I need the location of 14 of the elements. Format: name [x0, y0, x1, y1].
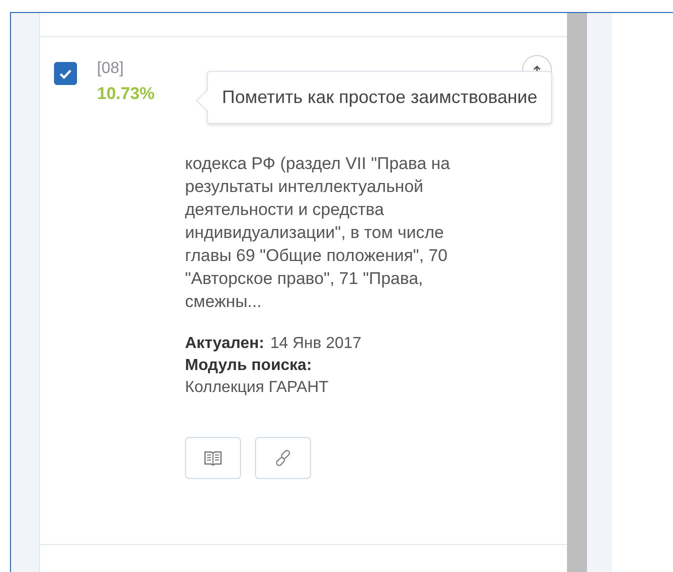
source-description: кодекса РФ (раздел VII "Права на результаты интеллектуальной деятельности и средства индивидуализации", в том числе главы 69 "Общие положения", 70 "Авторское право", 71 "Права, смежны... — [185, 153, 451, 313]
meta-label: Актуален: — [185, 334, 264, 354]
meta-value: Коллекция ГАРАНТ — [185, 378, 330, 398]
meta-label: Модуль поиска: — [185, 356, 313, 376]
match-percent: 10.73% — [97, 84, 156, 104]
read-button[interactable] — [185, 437, 241, 479]
book-icon — [204, 450, 222, 466]
check-icon — [59, 68, 72, 78]
tooltip: Пометить как простое заимствование — [207, 71, 552, 124]
link-button[interactable] — [255, 437, 311, 479]
meta-value: 14 Янв 2017 — [270, 334, 362, 354]
chain-link-icon — [274, 449, 292, 467]
checkbox[interactable] — [54, 62, 77, 85]
result-index: [08] — [97, 60, 125, 78]
